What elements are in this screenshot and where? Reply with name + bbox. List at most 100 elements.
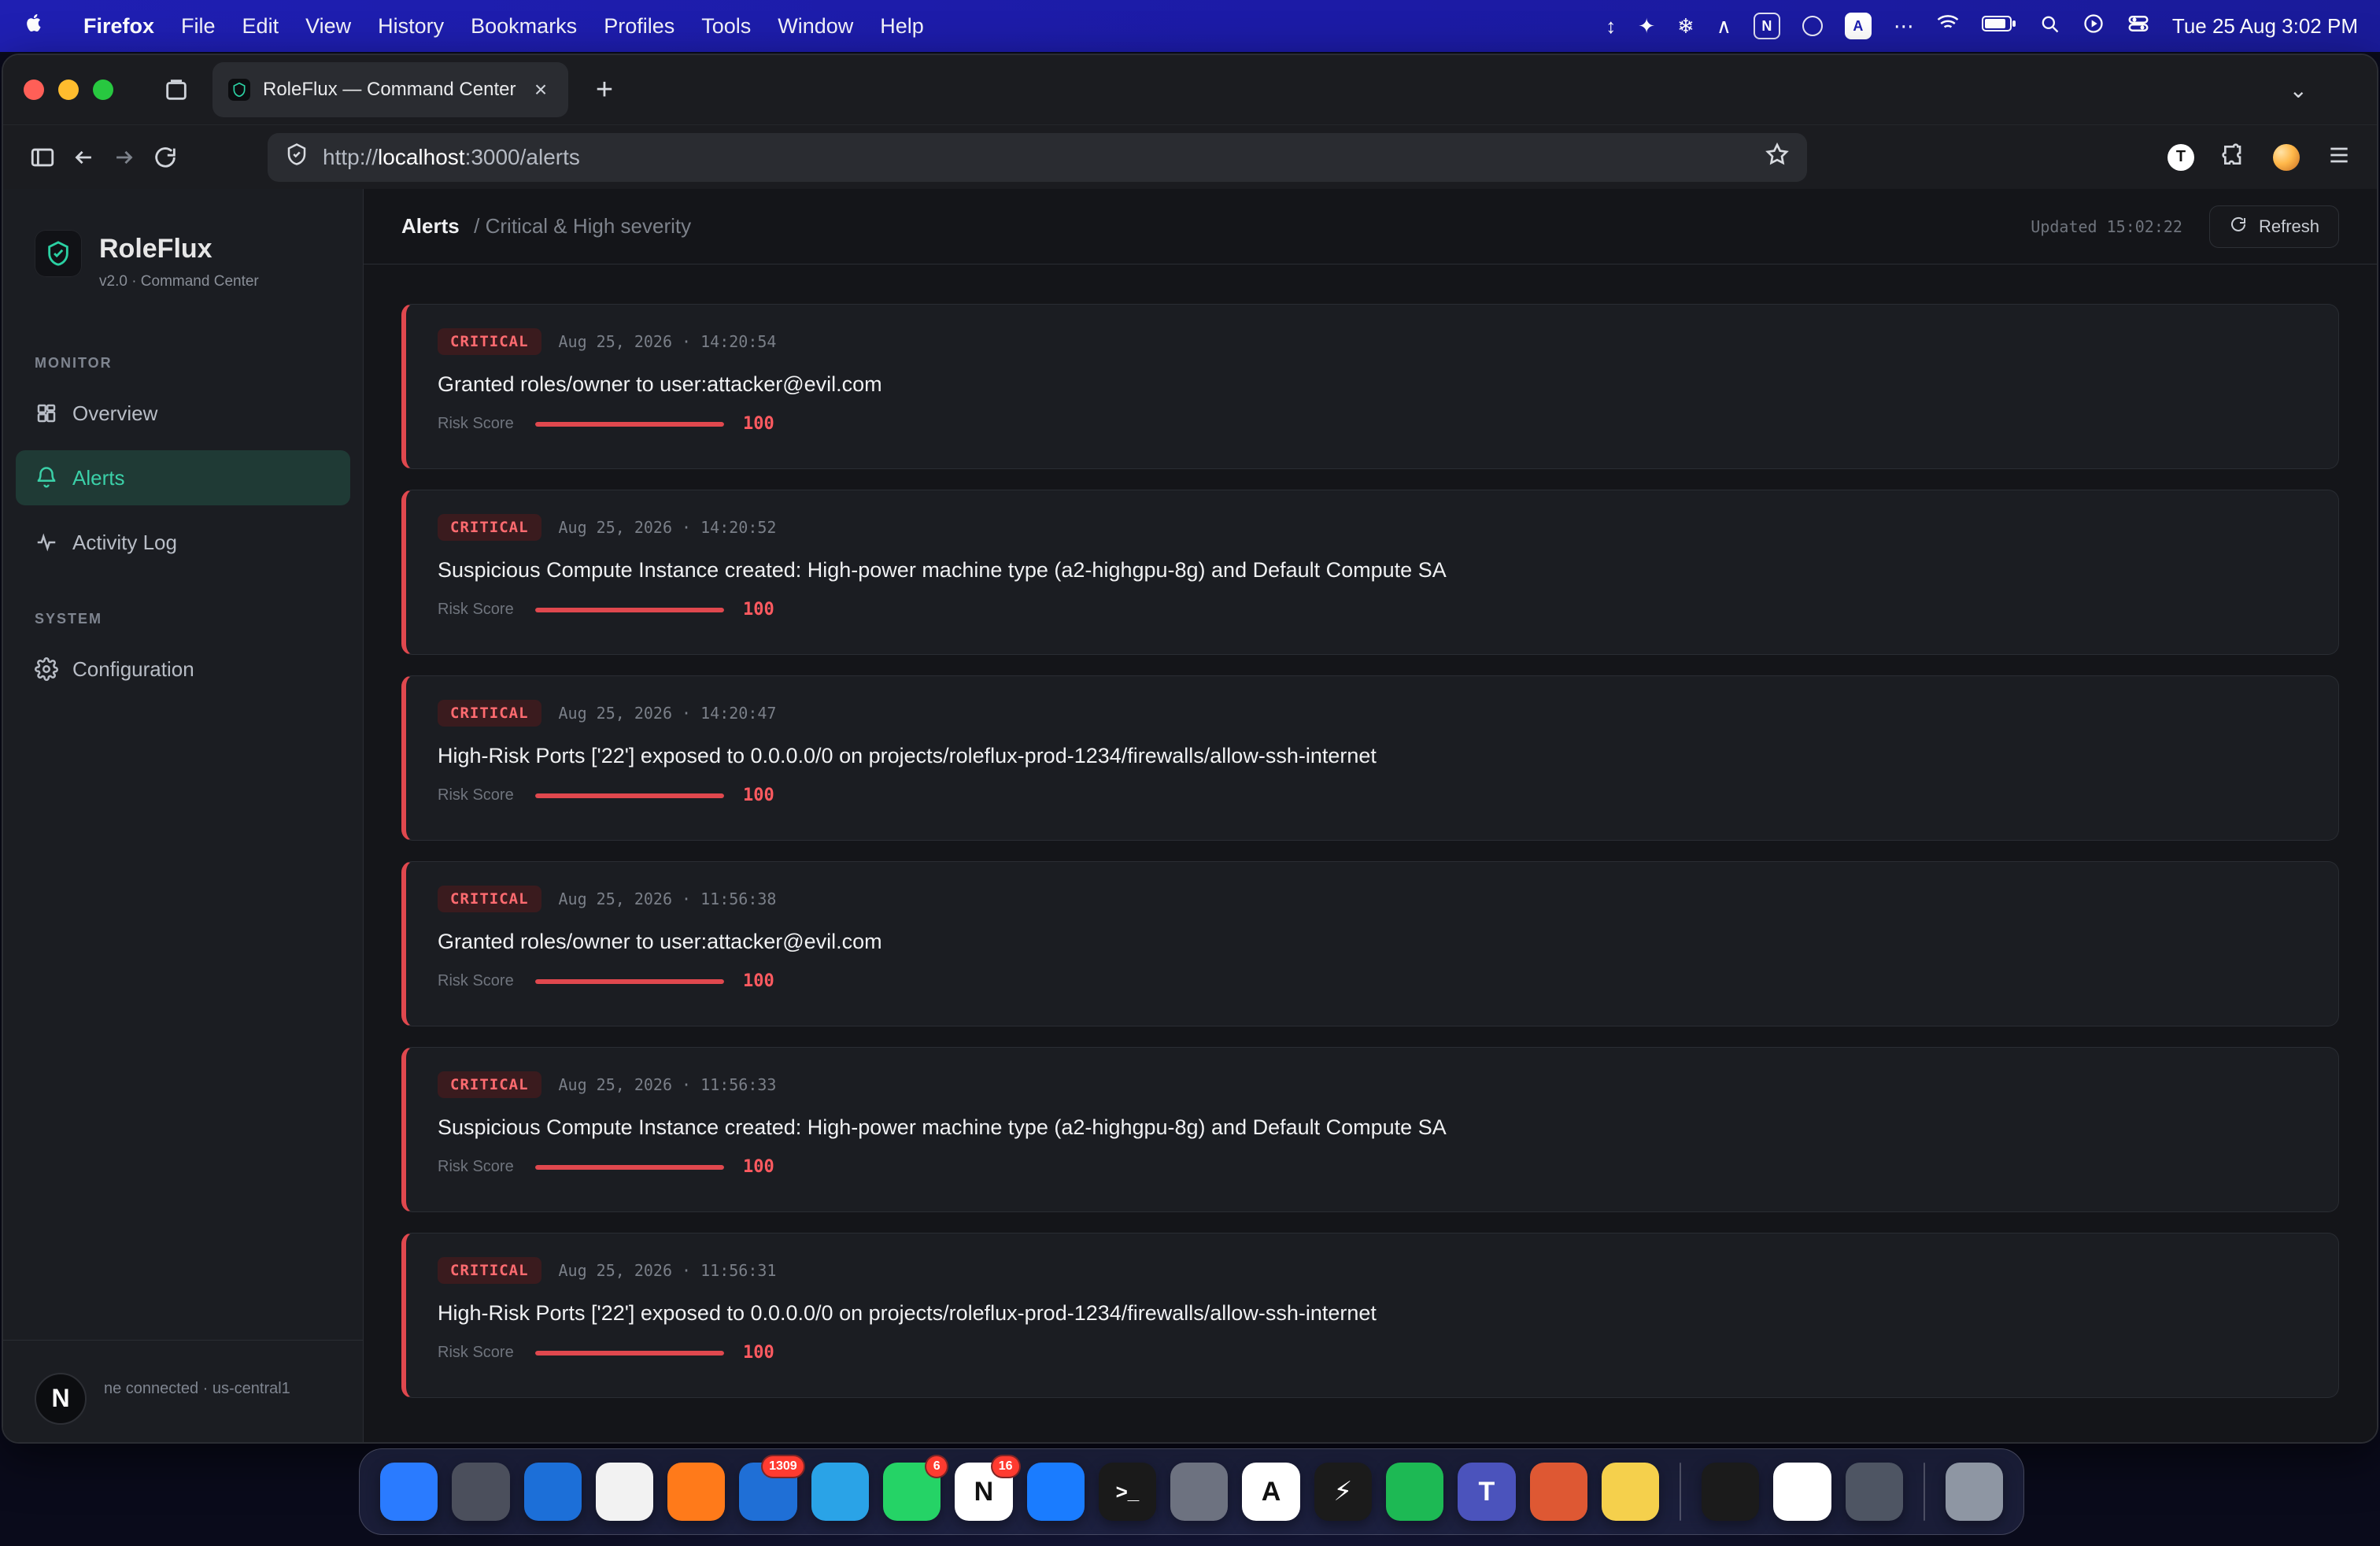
disk-icon[interactable]	[1845, 1463, 1903, 1521]
address-bar[interactable]: http://localhost:3000/alerts	[268, 132, 1807, 182]
trash-icon[interactable]	[1945, 1463, 2004, 1521]
sidebar-item-label: Configuration	[72, 656, 194, 681]
severity-badge: CRITICAL	[438, 1257, 541, 1284]
menubar-datetime[interactable]: Tue 25 Aug 3:02 PM	[2172, 14, 2358, 39]
search-icon[interactable]	[2038, 13, 2060, 40]
url-text[interactable]: http://localhost:3000/alerts	[323, 145, 1750, 170]
apple-menu-icon[interactable]	[22, 10, 46, 41]
play-circle-icon[interactable]	[2082, 13, 2105, 40]
sidebar-item-activity-log[interactable]: Activity Log	[16, 515, 350, 570]
duckduckgo-icon[interactable]	[1529, 1463, 1587, 1521]
terminal-icon[interactable]: >_	[1098, 1463, 1157, 1521]
reload-button[interactable]	[145, 137, 186, 178]
wifi-icon[interactable]	[1936, 12, 1960, 41]
notes-icon[interactable]	[1601, 1463, 1660, 1521]
alert-card[interactable]: CRITICAL Aug 25, 2026 · 11:56:31 High-Ri…	[401, 1233, 2339, 1398]
sidebar-item-label: Overview	[72, 401, 158, 425]
browser-tab[interactable]: RoleFlux — Command Center ×	[213, 62, 568, 117]
menubar-item-profiles[interactable]: Profiles	[604, 14, 674, 39]
arc-icon[interactable]	[1773, 1463, 1831, 1521]
minimize-window-button[interactable]	[58, 80, 79, 100]
menubar-item-view[interactable]: View	[305, 14, 351, 39]
xcode-icon[interactable]	[1026, 1463, 1085, 1521]
dock-separator	[1680, 1463, 1682, 1521]
account-avatar-icon[interactable]: T	[2168, 143, 2194, 171]
telegram-status-icon[interactable]	[1802, 16, 1823, 36]
severity-badge: CRITICAL	[438, 514, 541, 541]
bookmark-star-icon[interactable]	[1765, 142, 1790, 172]
sidebar-item-alerts[interactable]: Alerts	[16, 450, 350, 506]
risk-score-row: Risk Score 100	[438, 600, 2307, 620]
snowflake-icon[interactable]: ❄	[1677, 14, 1694, 39]
menubar-item-history[interactable]: History	[378, 14, 444, 39]
cookie-extension-icon[interactable]	[2273, 143, 2300, 171]
alert-timestamp: Aug 25, 2026 · 14:20:47	[558, 704, 777, 723]
menu-icon[interactable]	[2326, 142, 2352, 172]
notion-icon-glyph: N	[974, 1476, 994, 1507]
menubar-item-edit[interactable]: Edit	[242, 14, 279, 39]
notion-status-icon[interactable]: N	[1753, 13, 1780, 39]
menubar-item-help[interactable]: Help	[880, 14, 924, 39]
dock-badge: 6	[925, 1455, 949, 1478]
activity-monitor-icon[interactable]	[1702, 1463, 1760, 1521]
close-window-button[interactable]	[24, 80, 44, 100]
terminal-icon-glyph: >_	[1115, 1479, 1140, 1503]
app-store-icon[interactable]: A	[1242, 1463, 1300, 1521]
control-center-icon[interactable]	[2127, 12, 2150, 41]
notion-icon[interactable]: N 16	[955, 1455, 1021, 1521]
menubar-item-file[interactable]: File	[181, 14, 216, 39]
zoom-window-button[interactable]	[93, 80, 113, 100]
menubar-item-bookmarks[interactable]: Bookmarks	[471, 14, 577, 39]
shield-check-icon	[287, 143, 306, 165]
teams-icon[interactable]: T	[1458, 1463, 1516, 1521]
nextjs-badge-icon[interactable]: N	[35, 1372, 87, 1425]
vscode-icon[interactable]	[523, 1463, 582, 1521]
alert-card[interactable]: CRITICAL Aug 25, 2026 · 14:20:47 High-Ri…	[401, 675, 2339, 841]
menubar-left: Firefox File Edit View History Bookmarks…	[22, 11, 924, 42]
tab-list-chevron-icon[interactable]: ⌄	[2289, 77, 2308, 103]
alert-card[interactable]: CRITICAL Aug 25, 2026 · 14:20:52 Suspici…	[401, 490, 2339, 655]
whatsapp-icon[interactable]: 6	[882, 1455, 949, 1521]
back-button[interactable]	[63, 137, 104, 178]
chrome-icon[interactable]	[595, 1463, 654, 1521]
caret-a-icon[interactable]: ∧	[1717, 14, 1731, 39]
header-actions: Updated 15:02:22 Refresh	[2031, 205, 2339, 248]
severity-badge: CRITICAL	[438, 700, 541, 727]
risk-score-fill	[535, 1164, 724, 1170]
firefox-icon[interactable]	[667, 1463, 726, 1521]
finder-icon[interactable]	[380, 1463, 438, 1521]
sidebar-item-overview[interactable]: Overview	[16, 386, 350, 441]
arrow-up-down-icon[interactable]: ↕	[1606, 14, 1616, 39]
url-path: :3000/alerts	[464, 144, 580, 169]
menubar-item-tools[interactable]: Tools	[701, 14, 751, 39]
outlook-icon[interactable]: 1309	[739, 1455, 805, 1521]
bolt-icon[interactable]: ⚡	[1314, 1463, 1372, 1521]
alert-card[interactable]: CRITICAL Aug 25, 2026 · 11:56:38 Granted…	[401, 861, 2339, 1026]
sparkle-icon[interactable]: ✦	[1638, 14, 1655, 39]
tab-close-icon[interactable]: ×	[529, 77, 552, 102]
refresh-button[interactable]: Refresh	[2208, 205, 2339, 248]
tab-overview-button[interactable]	[159, 72, 194, 107]
menubar-item-window[interactable]: Window	[778, 14, 853, 39]
reload-icon	[155, 146, 176, 168]
settings-icon[interactable]	[1170, 1463, 1229, 1521]
search-svg-icon	[2042, 16, 2059, 32]
battery-icon[interactable]	[1981, 13, 2016, 39]
new-tab-button[interactable]: +	[586, 71, 623, 109]
sidebar-toggle-button[interactable]	[22, 137, 63, 178]
menubar-app-name[interactable]: Firefox	[83, 14, 154, 39]
forward-button[interactable]	[104, 137, 145, 178]
risk-score-bar	[535, 1350, 724, 1356]
alert-card[interactable]: CRITICAL Aug 25, 2026 · 11:56:33 Suspici…	[401, 1047, 2339, 1212]
extensions-icon[interactable]	[2221, 142, 2246, 172]
battery-svg-icon	[1981, 15, 2016, 31]
dots-icon[interactable]: ⋯	[1894, 14, 1914, 39]
alert-card[interactable]: CRITICAL Aug 25, 2026 · 14:20:54 Granted…	[401, 304, 2339, 469]
telegram-icon[interactable]	[811, 1463, 869, 1521]
site-info-shield-icon[interactable]	[285, 142, 309, 172]
spotify-icon[interactable]	[1385, 1463, 1444, 1521]
input-source-icon[interactable]: A	[1844, 13, 1872, 39]
launchpad-icon[interactable]	[452, 1463, 510, 1521]
risk-score-fill	[535, 978, 724, 984]
sidebar-item-configuration[interactable]: Configuration	[16, 642, 350, 697]
